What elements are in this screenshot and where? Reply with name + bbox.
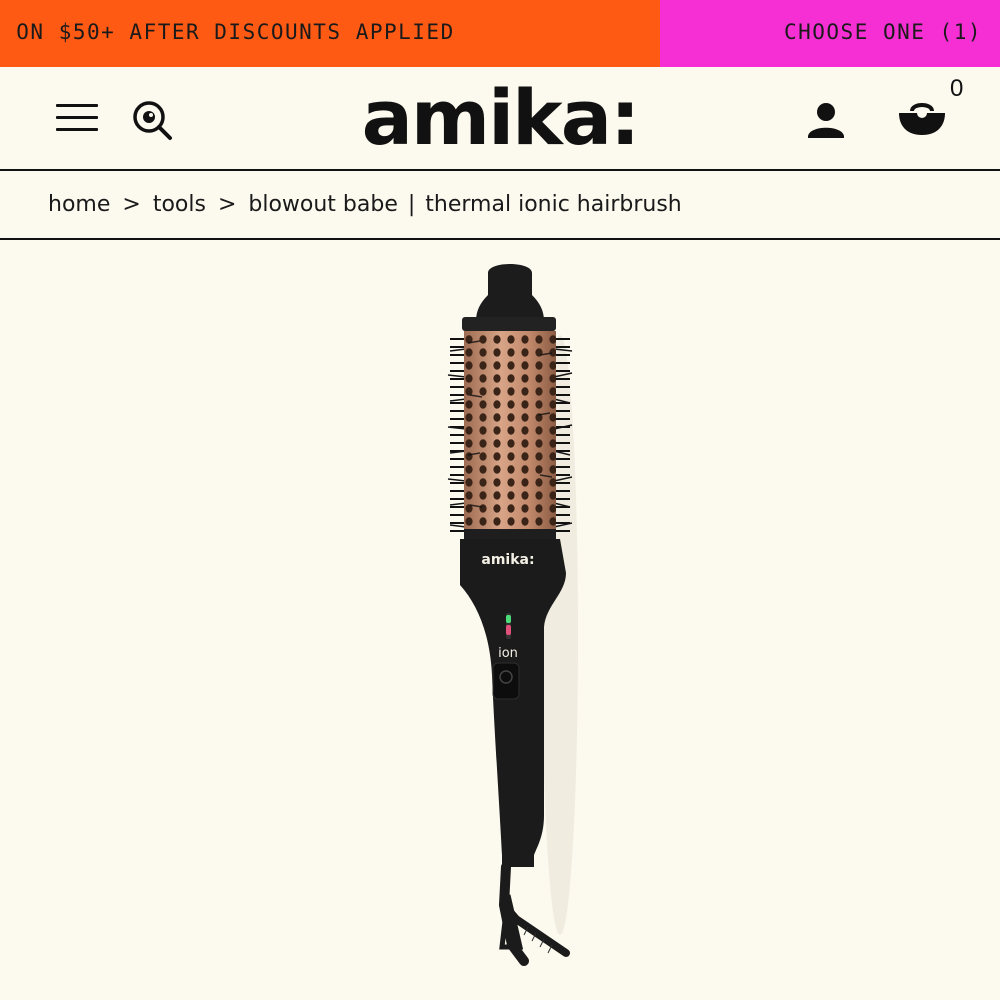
chevron-right-icon: > xyxy=(217,192,237,217)
breadcrumb-pipe: | xyxy=(407,192,416,217)
account-icon[interactable] xyxy=(804,100,848,140)
site-logo[interactable]: amika: xyxy=(350,73,650,163)
chevron-right-icon: > xyxy=(122,192,141,217)
site-header: amika: 0 xyxy=(0,67,1000,171)
promo-message: G ON $50+ AFTER DISCOUNTS APPLIED xyxy=(0,20,455,44)
search-icon[interactable] xyxy=(130,99,176,143)
breadcrumb-home[interactable]: home xyxy=(48,192,110,217)
promo-bar: G ON $50+ AFTER DISCOUNTS APPLIED CHOOSE… xyxy=(0,0,1000,67)
cart-icon[interactable] xyxy=(896,95,948,139)
handle-brand-mark: amika: xyxy=(481,552,534,568)
choose-gift-label: CHOOSE ONE (1) xyxy=(783,20,982,44)
product-image[interactable]: amika: ion xyxy=(420,255,620,985)
handle-switch-label: ion xyxy=(498,646,518,661)
cart-count-badge: 0 xyxy=(950,75,964,102)
breadcrumb: home > tools > blowout babe | thermal io… xyxy=(0,171,1000,240)
promo-banner-left: G ON $50+ AFTER DISCOUNTS APPLIED xyxy=(0,0,660,67)
breadcrumb-product-name: blowout babe xyxy=(248,192,398,217)
hamburger-menu-icon[interactable] xyxy=(56,102,98,134)
choose-gift-banner[interactable]: CHOOSE ONE (1) xyxy=(660,0,1000,67)
breadcrumb-product-desc: thermal ionic hairbrush xyxy=(425,192,682,217)
breadcrumb-tools[interactable]: tools xyxy=(153,192,206,217)
